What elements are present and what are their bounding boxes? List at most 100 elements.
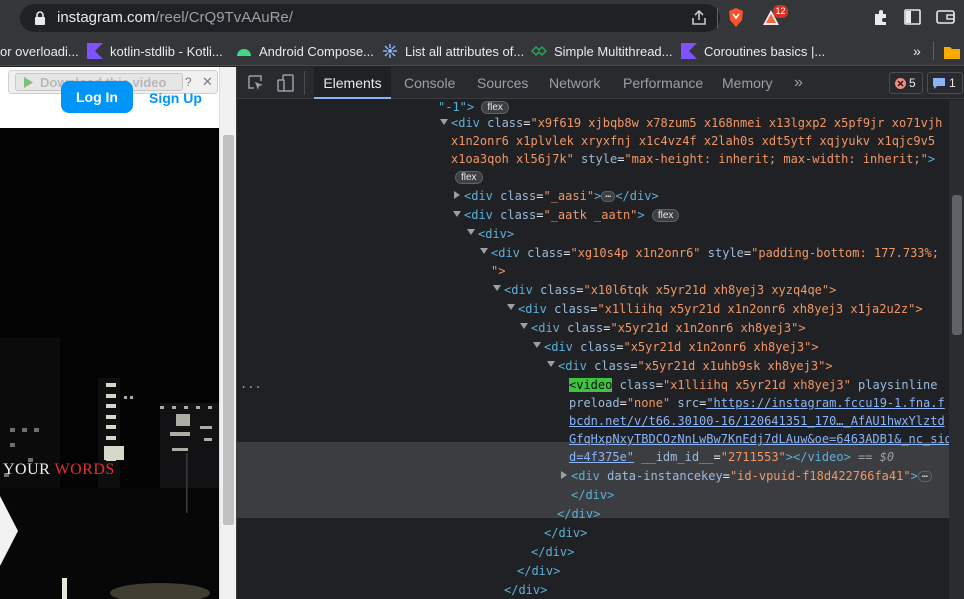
web-page: Download this video ? ✕ Log In Sign Up [0, 67, 219, 599]
flex-badge[interactable]: flex [455, 171, 483, 184]
dom-line[interactable]: <div class="xg10s4p x1n2onr6" style="pad… [491, 244, 939, 262]
dom-line[interactable]: </div> [557, 505, 600, 523]
dom-line[interactable]: </div> [504, 581, 547, 599]
bookmark-item[interactable]: Coroutines basics |... [681, 41, 825, 61]
expand-triangle-icon[interactable] [453, 211, 461, 217]
night-city-scene [0, 128, 219, 599]
bookmark-item[interactable]: kotlin-stdlib - Kotli... [87, 41, 223, 61]
message-counter[interactable]: 1 [927, 72, 963, 94]
bookmark-item[interactable]: Simple Multithread... [531, 41, 673, 61]
stackoverflow-icon [383, 44, 397, 58]
devtools-scrollbar[interactable] [949, 100, 964, 599]
dom-line[interactable]: </div> [571, 486, 614, 504]
dom-line[interactable]: <div data-instancekey="id-vpuid-f18d4227… [571, 467, 932, 485]
expand-triangle-icon[interactable] [547, 361, 555, 367]
bookmark-item[interactable]: or overloadi... [0, 41, 79, 61]
bookmark-item[interactable]: Android Compose... [236, 41, 374, 61]
lock-icon [35, 11, 45, 25]
url-text[interactable]: instagram.com/reel/CrQ9TvAAuRe/ [57, 9, 293, 26]
flex-badge[interactable]: flex [481, 101, 509, 114]
dom-line[interactable]: <div class="_aasi">… </div> [464, 187, 659, 205]
help-icon[interactable]: ? [185, 73, 199, 91]
more-tabs-icon[interactable]: » [794, 67, 803, 99]
wallet-icon[interactable] [936, 9, 956, 25]
expand-triangle-icon[interactable] [493, 285, 501, 291]
dom-line[interactable]: <div class="x9f619 xjbqb8w x78zum5 x168n… [451, 114, 942, 132]
expand-triangle-icon[interactable] [507, 304, 515, 310]
tab-sources[interactable]: Sources [477, 67, 528, 99]
expand-triangle-icon[interactable] [467, 229, 475, 235]
share-icon[interactable] [690, 9, 708, 27]
dom-line[interactable]: x1oa3qoh xl56j7k" style="max-height: inh… [451, 150, 935, 168]
expand-triangle-icon[interactable] [561, 471, 567, 479]
selected-node-dots[interactable]: ... [240, 375, 262, 393]
devtools-tabbar: Elements Console Sources Network Perform… [237, 67, 964, 99]
video-src-link[interactable]: GfqHxpNxyTBDCOzNnLwBw7KnEdj7dLAuw&oe=646… [569, 432, 949, 446]
page-scrollbar-thumb[interactable] [223, 135, 234, 525]
tab-elements[interactable]: Elements [314, 67, 391, 99]
message-icon [933, 78, 945, 89]
expand-triangle-icon[interactable] [480, 248, 488, 254]
expand-triangle-icon[interactable] [454, 191, 460, 199]
reel-video[interactable]: YOUR WORDS [0, 128, 219, 599]
dom-line[interactable]: <div> [478, 225, 514, 243]
bookmarks-bar: or overloadi... kotlin-stdlib - Kotli...… [0, 36, 964, 66]
login-button[interactable]: Log In [61, 81, 133, 113]
dom-line[interactable]: <div class="x5yr21d x1n2onr6 xh8yej3"> [531, 319, 806, 337]
collapsed-ellipsis[interactable]: … [917, 470, 932, 482]
dom-line-selected[interactable]: bcdn.net/v/t66.30100-16/120641351_170…_A… [569, 412, 945, 430]
dom-line-selected[interactable]: d=4f375e" __idm_id__="2711553"></video> … [569, 448, 894, 466]
devtools-scrollbar-thumb[interactable] [952, 195, 962, 335]
dom-line[interactable]: flex [455, 168, 483, 186]
dom-line[interactable]: </div> [517, 562, 560, 580]
android-icon [237, 49, 251, 56]
dom-line[interactable]: <div class="_aatk _aatn"> flex [464, 206, 680, 224]
folder-icon[interactable] [944, 46, 960, 59]
inspect-element-icon[interactable] [248, 75, 264, 91]
video-src-link[interactable]: "https://instagram.fccu19-1.fna.f [706, 396, 944, 410]
play-icon [24, 77, 33, 88]
bookmark-item[interactable]: List all attributes of... [382, 41, 524, 61]
extensions-icon[interactable] [872, 9, 889, 26]
video-overlay-text: YOUR WORDS [3, 461, 115, 478]
dom-line-selected[interactable]: GfqHxpNxyTBDCOzNnLwBw7KnEdj7dLAuw&oe=646… [569, 430, 949, 448]
dom-line[interactable]: x1n2onr6 x1plvlek xryxfnj x1c4vz4f x2lah… [451, 132, 935, 150]
video-src-link[interactable]: d=4f375e" [569, 450, 634, 464]
signup-link[interactable]: Sign Up [149, 90, 202, 106]
close-icon[interactable]: ✕ [202, 73, 216, 91]
dom-line[interactable]: </div> [544, 524, 587, 542]
dom-line[interactable]: "> [491, 262, 505, 280]
expand-triangle-icon[interactable] [440, 119, 448, 125]
divider [933, 42, 934, 60]
error-icon [895, 78, 906, 89]
flex-badge[interactable]: flex [651, 209, 680, 222]
dom-line[interactable]: <div class="x5yr21d x1n2onr6 xh8yej3"> [544, 338, 819, 356]
brave-shield-icon[interactable] [727, 7, 745, 28]
dom-line-selected[interactable]: <video class="x1lliihq x5yr21d xh8yej3" … [569, 376, 938, 394]
more-bookmarks-chevron-icon[interactable]: » [913, 41, 921, 61]
tab-memory[interactable]: Memory [722, 67, 773, 99]
video-src-link[interactable]: bcdn.net/v/t66.30100-16/120641351_170…_A… [569, 414, 945, 428]
dom-line-selected[interactable]: preload="none" src="https://instagram.fc… [569, 394, 945, 412]
dom-line[interactable]: <div class="x5yr21d x1uhb9sk xh8yej3"> [558, 357, 833, 375]
dom-line[interactable]: </div> [531, 543, 574, 561]
tab-network[interactable]: Network [549, 67, 600, 99]
devtools-panel: Elements Console Sources Network Perform… [236, 67, 964, 599]
bookmark-label: Simple Multithread... [554, 43, 673, 59]
device-toolbar-icon[interactable] [277, 74, 295, 92]
browser-toolbar: instagram.com/reel/CrQ9TvAAuRe/ 12 [0, 0, 964, 36]
error-counter[interactable]: 5 [889, 72, 923, 94]
collapsed-ellipsis[interactable]: … [601, 190, 616, 202]
dom-line[interactable]: <div class="x1lliihq x5yr21d x1n2onr6 xh… [518, 300, 923, 318]
sidebar-toggle-icon[interactable] [904, 9, 921, 25]
dom-line[interactable]: <div class="x10l6tqk x5yr21d xh8yej3 xyz… [504, 281, 836, 299]
dom-tree: "-1"> flex <div class="x9f619 xjbqb8w x7… [237, 100, 949, 599]
divider [304, 71, 305, 95]
bookmark-label: or overloadi... [0, 43, 79, 59]
expand-triangle-icon[interactable] [533, 342, 541, 348]
tab-performance[interactable]: Performance [623, 67, 703, 99]
tab-console[interactable]: Console [404, 67, 455, 99]
page-scrollbar[interactable] [219, 67, 236, 599]
expand-triangle-icon[interactable] [520, 323, 528, 329]
divider [717, 8, 718, 28]
